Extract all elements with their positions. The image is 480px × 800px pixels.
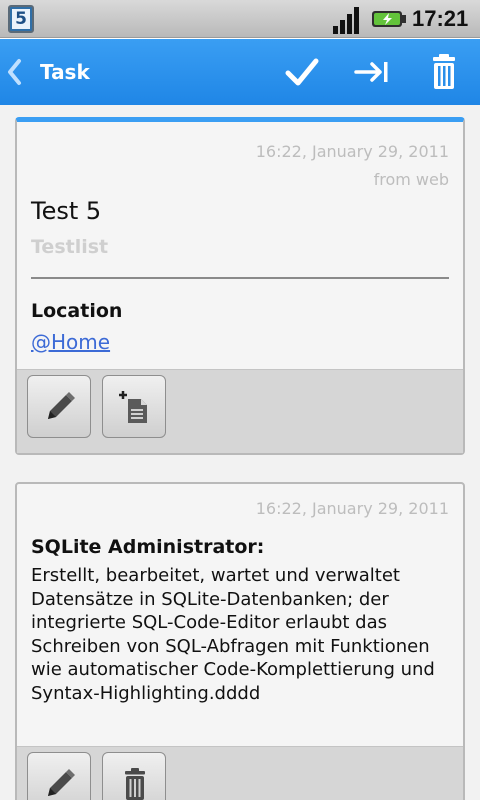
task-title: Test 5 — [31, 197, 102, 225]
task-card: 16:22, January 29, 2011 from web Test 5 … — [15, 117, 465, 455]
delete-note-button[interactable] — [102, 752, 166, 800]
location-label: Location — [31, 300, 123, 322]
clock: 17:21 — [412, 6, 469, 31]
note-title: SQLite Administrator: — [31, 536, 265, 558]
add-note-button[interactable] — [102, 375, 166, 438]
note-card-toolbar — [17, 746, 463, 800]
action-bar: Task — [0, 39, 480, 105]
note-card: 16:22, January 29, 2011 SQLite Administr… — [15, 482, 465, 800]
edit-icon — [48, 392, 75, 419]
back-chevron-icon[interactable] — [4, 57, 24, 87]
status-bar: 5 17:21 — [0, 0, 480, 38]
divider — [31, 277, 449, 279]
note-body: Erstellt, bearbeitet, wartet und verwalt… — [31, 565, 435, 704]
notification-count: 5 — [12, 9, 30, 29]
screen-title: Task — [40, 60, 90, 84]
edit-note-button[interactable] — [27, 752, 91, 800]
trash-icon — [125, 768, 145, 800]
task-source: from web — [373, 170, 449, 189]
trash-icon[interactable] — [424, 52, 464, 92]
task-date: 16:22, January 29, 2011 — [255, 142, 449, 161]
task-detail-content[interactable]: 16:22, January 29, 2011 from web Test 5 … — [0, 105, 480, 800]
location-link[interactable]: @Home — [31, 330, 110, 354]
check-icon[interactable] — [282, 52, 322, 92]
task-list-name: Testlist — [31, 236, 109, 258]
edit-task-button[interactable] — [27, 375, 91, 438]
app-notification-icon: 5 — [8, 5, 34, 33]
edit-icon — [48, 769, 75, 796]
move-next-icon[interactable] — [352, 52, 392, 92]
battery-charging-icon — [372, 11, 406, 27]
note-date: 16:22, January 29, 2011 — [255, 499, 449, 518]
add-note-icon — [119, 391, 147, 423]
task-card-toolbar — [17, 369, 463, 453]
signal-strength-icon — [333, 7, 359, 34]
